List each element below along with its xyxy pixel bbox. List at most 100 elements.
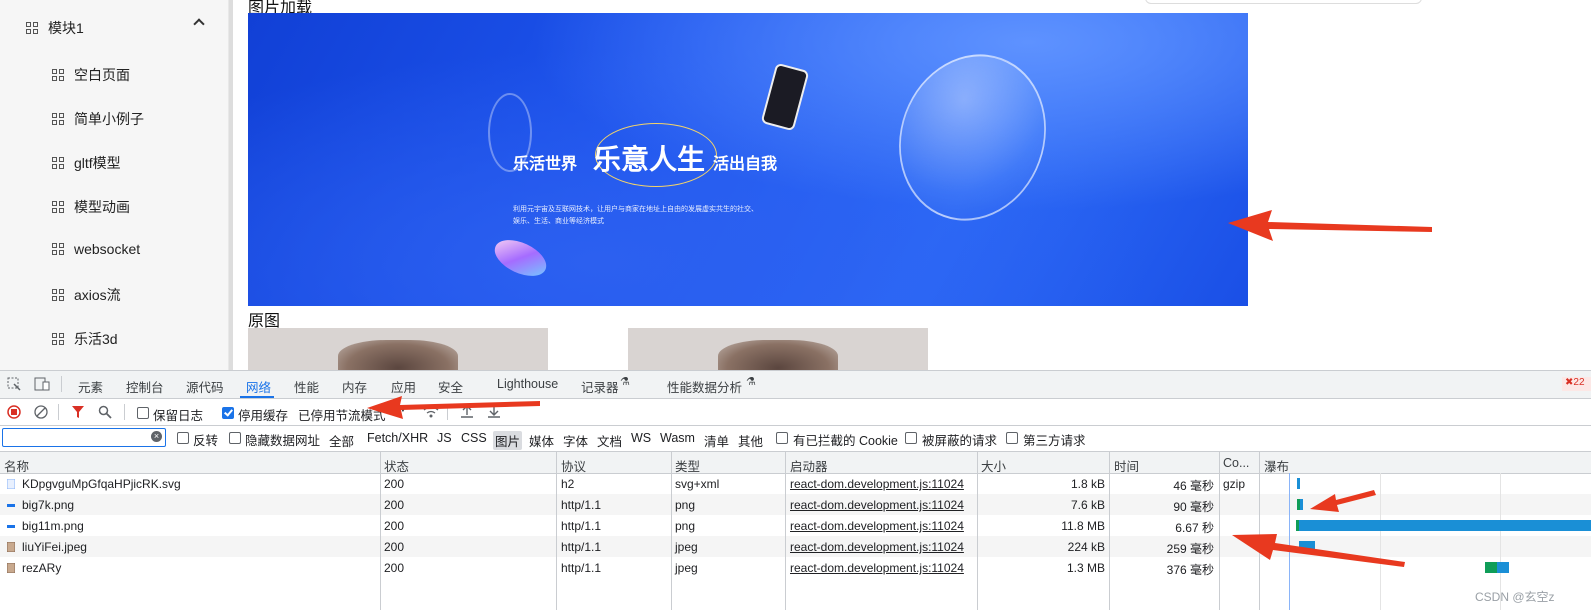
flask-icon: ⚗ [746, 376, 756, 388]
third-party-checkbox[interactable] [1006, 432, 1018, 444]
chevron-up-icon[interactable] [193, 18, 205, 30]
waterfall-bar[interactable] [1299, 541, 1315, 552]
tab-lighthouse[interactable]: Lighthouse [497, 377, 558, 391]
tab-performance-insights[interactable]: 性能数据分析 [667, 377, 742, 396]
invert-checkbox[interactable] [177, 432, 189, 444]
sidebar-group-label: 模块1 [48, 20, 84, 36]
sidebar-item-simple-example[interactable]: 简单小例子 [52, 109, 144, 129]
waterfall-grid-line [1380, 473, 1381, 610]
record-stop-icon[interactable] [7, 405, 21, 419]
tab-elements[interactable]: 元素 [78, 377, 103, 396]
column-divider[interactable] [380, 452, 381, 610]
column-divider[interactable] [785, 452, 786, 610]
waterfall-bar[interactable] [1300, 499, 1303, 510]
column-divider[interactable] [1109, 452, 1110, 610]
tab-performance[interactable]: 性能 [294, 377, 319, 396]
initiator-link[interactable]: react-dom.development.js:11024 [790, 498, 964, 512]
inspect-element-icon[interactable] [7, 377, 21, 391]
initiator-link[interactable]: react-dom.development.js:11024 [790, 519, 964, 533]
type-filter-doc[interactable]: 文档 [595, 431, 624, 450]
type-filter-js[interactable]: JS [435, 431, 454, 445]
clear-filter-icon[interactable]: × [151, 431, 162, 442]
cell-type: jpeg [675, 561, 698, 575]
throttle-select[interactable]: 已停用节流模式 [298, 405, 386, 424]
tab-memory[interactable]: 内存 [342, 377, 367, 396]
decor-glass-lens [876, 33, 1069, 242]
network-conditions-icon[interactable] [423, 405, 439, 419]
type-filter-media[interactable]: 媒体 [527, 431, 556, 450]
sidebar-item-model-animation[interactable]: 模型动画 [52, 197, 130, 217]
cell-status: 200 [384, 498, 405, 512]
cell-size: 7.6 kB [1070, 498, 1105, 512]
table-row[interactable]: liuYiFei.jpeg 200 http/1.1 jpeg react-do… [0, 536, 1591, 557]
type-filter-ws[interactable]: WS [629, 431, 653, 445]
divider [61, 376, 62, 392]
chevron-down-icon[interactable]: ▼ [398, 404, 408, 415]
initiator-link[interactable]: react-dom.development.js:11024 [790, 561, 964, 575]
sidebar-scrollbar[interactable] [229, 0, 233, 370]
import-har-icon[interactable] [460, 404, 474, 419]
sidebar-item-gltf-model[interactable]: gltf模型 [52, 153, 121, 173]
sidebar-item-lehuo-3d[interactable]: 乐活3d [52, 329, 118, 349]
tab-network[interactable]: 网络 [246, 377, 271, 396]
column-divider[interactable] [977, 452, 978, 610]
waterfall-bar[interactable] [1297, 478, 1300, 489]
sidebar-group-module1[interactable]: 模块1 [26, 18, 84, 38]
type-filter-css[interactable]: CSS [459, 431, 489, 445]
export-har-icon[interactable] [487, 404, 501, 419]
cell-type: jpeg [675, 540, 698, 554]
filter-icon[interactable] [71, 405, 85, 419]
sidebar-item-blank-page[interactable]: 空白页面 [52, 65, 130, 85]
type-filter-fetch-xhr[interactable]: Fetch/XHR [365, 431, 430, 445]
divider [58, 404, 59, 420]
decor-pill [489, 232, 552, 284]
preserve-log-checkbox[interactable] [137, 407, 149, 419]
cell-status: 200 [384, 519, 405, 533]
banner-desc-line1: 利用元宇宙及互联网技术，让用户与商家在地址上自由的发展虚实共生的社交、 [513, 206, 758, 213]
table-row[interactable]: big7k.png 200 http/1.1 png react-dom.dev… [0, 494, 1591, 515]
grid-icon [52, 157, 64, 169]
search-icon[interactable] [98, 405, 112, 419]
type-filter-manifest[interactable]: 清单 [702, 431, 731, 450]
grid-icon [52, 201, 64, 213]
cell-name: big7k.png [22, 498, 75, 512]
waterfall-bar[interactable] [1485, 562, 1497, 573]
column-divider[interactable] [1219, 452, 1220, 610]
sidebar-item-label: axios流 [74, 287, 121, 303]
initiator-link[interactable]: react-dom.development.js:11024 [790, 540, 964, 554]
cell-size: 1.8 kB [1070, 477, 1105, 491]
cell-time: 6.67 秒 [1175, 521, 1214, 535]
column-divider[interactable] [671, 452, 672, 610]
table-row[interactable]: KDpgvguMpGfqaHPjicRK.svg 200 h2 svg+xml … [0, 473, 1591, 494]
cell-time: 376 毫秒 [1166, 563, 1214, 577]
type-filter-all[interactable]: 全部 [327, 431, 356, 450]
tab-application[interactable]: 应用 [391, 377, 416, 396]
sidebar-item-axios-stream[interactable]: axios流 [52, 285, 121, 305]
filter-input[interactable] [2, 428, 166, 447]
blocked-cookies-checkbox[interactable] [776, 432, 788, 444]
column-divider[interactable] [556, 452, 557, 610]
type-filter-other[interactable]: 其他 [736, 431, 765, 450]
blocked-requests-checkbox[interactable] [905, 432, 917, 444]
table-row[interactable]: rezARy 200 http/1.1 jpeg react-dom.devel… [0, 557, 1591, 578]
column-divider[interactable] [1259, 452, 1260, 610]
tab-security[interactable]: 安全 [438, 377, 463, 396]
sidebar-item-websocket[interactable]: websocket [52, 241, 140, 257]
sidebar-item-label: 模型动画 [74, 199, 130, 215]
column-header-content-encoding[interactable]: Co... [1223, 456, 1249, 470]
waterfall-bar[interactable] [1497, 562, 1509, 573]
clear-icon[interactable] [34, 405, 48, 419]
disable-cache-checkbox[interactable] [222, 407, 234, 419]
tab-recorder[interactable]: 记录器 [581, 377, 619, 396]
cell-protocol: http/1.1 [561, 498, 602, 512]
error-count-badge[interactable]: ✖22 [1562, 377, 1591, 391]
device-toolbar-icon[interactable] [34, 377, 50, 391]
type-filter-font[interactable]: 字体 [561, 431, 590, 450]
tab-sources[interactable]: 源代码 [186, 377, 224, 396]
tab-console[interactable]: 控制台 [126, 377, 164, 396]
hide-data-urls-checkbox[interactable] [229, 432, 241, 444]
type-filter-wasm[interactable]: Wasm [658, 431, 697, 445]
waterfall-bar[interactable] [1299, 520, 1591, 531]
type-filter-img[interactable]: 图片 [493, 431, 523, 450]
initiator-link[interactable]: react-dom.development.js:11024 [790, 477, 964, 491]
